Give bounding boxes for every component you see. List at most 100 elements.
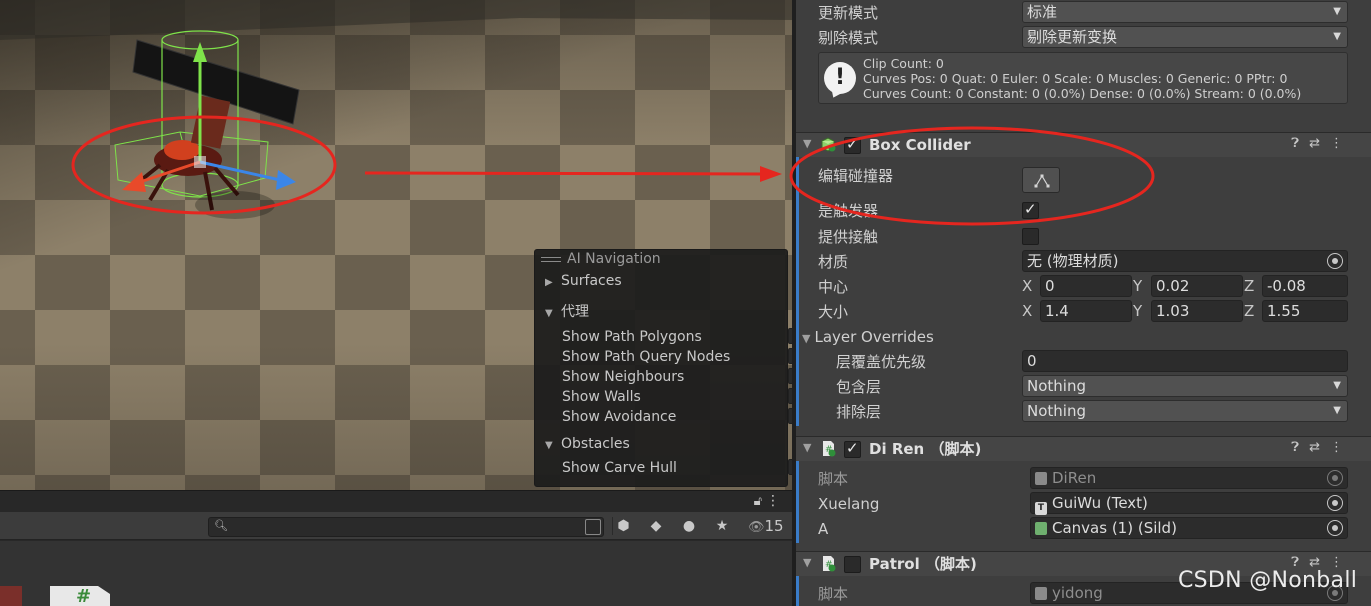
component-menu-icon[interactable]: ⋮ bbox=[1330, 136, 1353, 151]
culling-mode-row: 剔除模式 剔除更新变换 bbox=[796, 25, 1371, 50]
object-picker-icon[interactable] bbox=[1327, 495, 1343, 511]
filter-by-label-icon[interactable]: ◆ bbox=[645, 517, 667, 535]
hidden-packages-toggle[interactable]: 👁︎15 bbox=[748, 517, 784, 535]
option-show-path-query-nodes[interactable]: Show Path Query Nodes bbox=[562, 347, 792, 367]
script-asset-thumbnail[interactable]: # bbox=[50, 586, 110, 606]
patrol-title: Patrol （脚本) bbox=[869, 555, 977, 573]
section-agents[interactable]: ▼ 代理 bbox=[545, 302, 589, 322]
option-show-walls[interactable]: Show Walls bbox=[562, 387, 792, 407]
option-label: Show Carve Hull bbox=[562, 460, 677, 476]
di-ren-enabled-checkbox[interactable] bbox=[844, 439, 861, 458]
box-collider-title: Box Collider bbox=[869, 136, 971, 154]
update-mode-label: 更新模式 bbox=[818, 4, 879, 22]
info-line: Curves Pos: 0 Quat: 0 Euler: 0 Scale: 0 … bbox=[863, 71, 1288, 86]
fold-arrow-icon[interactable]: ▼ bbox=[803, 556, 811, 569]
presets-icon[interactable]: ⇄ bbox=[1309, 440, 1330, 455]
hidden-count: 15 bbox=[764, 517, 784, 535]
include-layers-dropdown[interactable]: Nothing bbox=[1022, 375, 1348, 397]
project-tab-strip: 🔓︎ ⋮ bbox=[0, 490, 792, 512]
object-picker-icon[interactable] bbox=[1327, 520, 1343, 536]
edit-collider-button[interactable] bbox=[1022, 167, 1060, 193]
lock-icon[interactable]: 🔓︎ bbox=[754, 494, 762, 509]
script-label: 脚本 bbox=[818, 585, 849, 603]
xuelang-object-field[interactable]: T GuiWu (Text) bbox=[1030, 492, 1348, 515]
object-picker-icon[interactable] bbox=[1327, 253, 1343, 269]
size-z[interactable]: Z 1.55 bbox=[1244, 300, 1354, 322]
patrol-script-value: yidong bbox=[1052, 584, 1103, 602]
xuelang-value: GuiWu (Text) bbox=[1052, 494, 1148, 512]
collapse-arrow-icon[interactable]: ▼ bbox=[545, 436, 561, 456]
axis-label-z: Z bbox=[1244, 302, 1255, 320]
axis-label-z: Z bbox=[1244, 277, 1255, 295]
center-z[interactable]: Z -0.08 bbox=[1244, 275, 1354, 297]
fold-arrow-icon[interactable]: ▼ bbox=[803, 441, 811, 454]
warning-filter-icon[interactable]: ● bbox=[678, 517, 700, 535]
favorites-star-icon[interactable]: ★ bbox=[711, 517, 733, 535]
a-row: A Canvas (1) (Sild) bbox=[796, 516, 1371, 541]
box-collider-header[interactable]: ▼ Box Collider ❓︎⇄⋮ bbox=[796, 132, 1371, 157]
help-icon[interactable]: ❓︎ bbox=[1291, 440, 1309, 455]
option-show-carve-hull[interactable]: Show Carve Hull bbox=[562, 458, 792, 478]
center-y[interactable]: Y 0.02 bbox=[1133, 275, 1243, 297]
layer-overrides-foldout[interactable]: ▼ Layer Overrides bbox=[796, 324, 1371, 349]
di-ren-header[interactable]: ▼ # Di Ren （脚本) ❓︎⇄⋮ bbox=[796, 436, 1371, 461]
di-ren-script-field: DiRen bbox=[1030, 467, 1348, 489]
size-x-input[interactable]: 1.4 bbox=[1040, 300, 1132, 322]
ai-navigation-overlay[interactable]: AI Navigation ▶ Surfaces ▼ 代理 Show Path Po… bbox=[534, 249, 792, 487]
a-value: Canvas (1) (Sild) bbox=[1052, 519, 1177, 537]
patrol-enabled-checkbox[interactable] bbox=[844, 556, 861, 573]
option-show-avoidance[interactable]: Show Avoidance bbox=[562, 407, 792, 427]
expand-arrow-icon[interactable]: ▶ bbox=[545, 273, 561, 293]
script-thumb-glyph: # bbox=[76, 586, 92, 606]
a-object-field[interactable]: Canvas (1) (Sild) bbox=[1030, 517, 1348, 539]
component-menu-icon[interactable]: ⋮ bbox=[1330, 440, 1353, 455]
script-icon: # bbox=[823, 556, 836, 572]
object-picker-icon bbox=[1327, 470, 1343, 486]
section-obstacles-label: Obstacles bbox=[561, 436, 630, 452]
project-search[interactable]: 🔍︎ bbox=[208, 517, 604, 537]
search-input[interactable] bbox=[229, 519, 579, 535]
is-trigger-label: 是触发器 bbox=[818, 202, 879, 220]
fold-arrow-icon[interactable]: ▼ bbox=[802, 332, 810, 345]
ai-navigation-title[interactable]: AI Navigation bbox=[541, 250, 661, 270]
section-obstacles[interactable]: ▼ Obstacles bbox=[545, 434, 630, 454]
size-y-input[interactable]: 1.03 bbox=[1151, 300, 1243, 322]
option-show-path-polygons[interactable]: Show Path Polygons bbox=[562, 327, 792, 347]
axis-label-x: X bbox=[1022, 302, 1033, 320]
box-collider-enabled-checkbox[interactable] bbox=[844, 135, 861, 154]
fold-arrow-icon[interactable]: ▼ bbox=[803, 137, 811, 150]
layer-priority-row: 层覆盖优先级 0 bbox=[796, 349, 1371, 374]
material-object-field[interactable]: 无 (物理材质) bbox=[1022, 250, 1348, 272]
exclude-layers-dropdown[interactable]: Nothing bbox=[1022, 400, 1348, 422]
help-icon[interactable]: ❓︎ bbox=[1291, 136, 1309, 151]
canvas-component-icon bbox=[1035, 522, 1047, 535]
size-y[interactable]: Y 1.03 bbox=[1133, 300, 1243, 322]
center-z-input[interactable]: -0.08 bbox=[1262, 275, 1348, 297]
center-x[interactable]: X0 bbox=[1022, 275, 1132, 297]
update-mode-dropdown[interactable]: 标准 bbox=[1022, 1, 1348, 23]
project-file-area[interactable] bbox=[0, 541, 792, 606]
kebab-menu-icon[interactable]: ⋮ bbox=[766, 493, 780, 509]
filter-by-type-icon[interactable]: ⬢ bbox=[612, 517, 634, 535]
culling-mode-dropdown[interactable]: 剔除更新变换 bbox=[1022, 26, 1348, 48]
scene-view[interactable]: AI Navigation ▶ Surfaces ▼ 代理 Show Path Po… bbox=[0, 0, 792, 490]
layer-priority-input[interactable]: 0 bbox=[1022, 350, 1348, 372]
center-y-input[interactable]: 0.02 bbox=[1151, 275, 1243, 297]
size-x[interactable]: X 1.4 bbox=[1022, 300, 1132, 322]
option-label: Show Path Query Nodes bbox=[562, 349, 731, 365]
center-x-input[interactable]: 0 bbox=[1040, 275, 1132, 297]
size-z-input[interactable]: 1.55 bbox=[1262, 300, 1348, 322]
search-by-type-icon[interactable] bbox=[585, 519, 601, 535]
script-file-icon bbox=[1035, 472, 1047, 485]
axis-label-y: Y bbox=[1133, 277, 1143, 295]
asset-thumbnail[interactable] bbox=[0, 586, 22, 606]
collapse-arrow-icon[interactable]: ▼ bbox=[545, 304, 561, 324]
section-surfaces-label: Surfaces bbox=[561, 273, 622, 289]
section-surfaces[interactable]: ▶ Surfaces bbox=[545, 271, 622, 291]
is-trigger-checkbox[interactable] bbox=[1022, 200, 1039, 219]
exclude-layers-row: 排除层 Nothing bbox=[796, 399, 1371, 424]
option-show-neighbours[interactable]: Show Neighbours bbox=[562, 366, 792, 387]
provides-contacts-checkbox[interactable] bbox=[1022, 228, 1039, 245]
drag-handle-icon[interactable] bbox=[541, 254, 561, 265]
presets-icon[interactable]: ⇄ bbox=[1309, 136, 1330, 151]
